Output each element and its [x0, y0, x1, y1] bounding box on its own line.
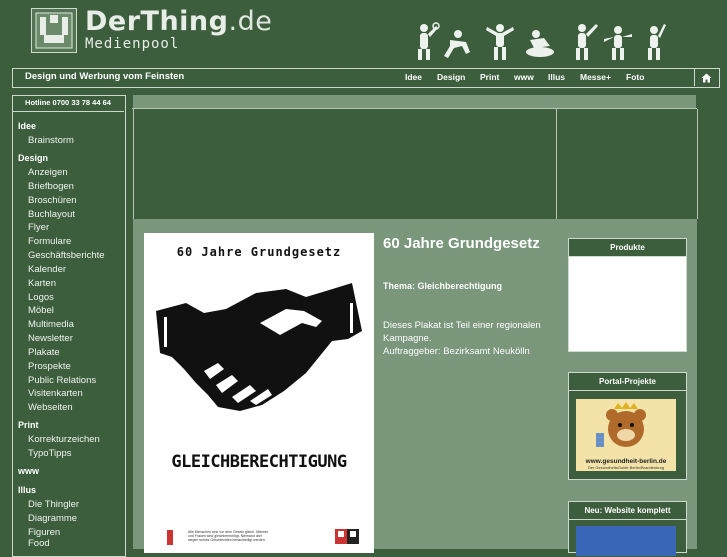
- poster-small-text: Alle Menschen sind vor dem Gesetz gleich…: [188, 530, 268, 542]
- poster-red-bar: [167, 530, 173, 545]
- sidebar-item-food[interactable]: Food: [28, 538, 50, 549]
- sidebar-item-brainstorm[interactable]: Brainstorm: [28, 135, 74, 146]
- sidebar-item-typotipps[interactable]: TypoTipps: [28, 448, 71, 459]
- thingler-figures-icon: [418, 22, 666, 60]
- sidebar-item-plakate[interactable]: Plakate: [28, 347, 60, 358]
- brand-main: DerThing: [85, 6, 229, 37]
- sidebar-item-prospekte[interactable]: Prospekte: [28, 361, 71, 372]
- website-preview-image[interactable]: [576, 526, 676, 556]
- website-box[interactable]: Neu: Website komplett: [568, 501, 687, 556]
- handshake-icon: [156, 283, 362, 411]
- website-box-title: Neu: Website komplett: [569, 502, 686, 520]
- portal-url: www.gesundheit-berlin.de: [585, 458, 667, 465]
- products-box-title: Produkte: [569, 239, 686, 257]
- article-description: Dieses Plakat ist Teil einer regionalen …: [383, 319, 553, 358]
- logo-icon[interactable]: [31, 8, 77, 53]
- sidebar-item-anzeigen[interactable]: Anzeigen: [28, 167, 68, 178]
- sidebar-item-moebel[interactable]: Möbel: [28, 305, 54, 316]
- hotline: Hotline 0700 33 78 44 64: [12, 95, 124, 112]
- sidebar-item-briefbogen[interactable]: Briefbogen: [28, 181, 74, 192]
- article-theme: Thema: Gleichberechtigung: [383, 281, 503, 291]
- sidebar-category-www[interactable]: www: [18, 466, 39, 476]
- sidebar-item-formulare[interactable]: Formulare: [28, 236, 71, 247]
- portal-projects-body: www.gesundheit-berlin.de Der Gesundheits…: [569, 391, 686, 479]
- nav-item-print[interactable]: Print: [480, 72, 499, 82]
- article-title: 60 Jahre Grundgesetz: [383, 235, 540, 252]
- sidebar-item-kalender[interactable]: Kalender: [28, 264, 66, 275]
- sidebar-item-korrekturzeichen[interactable]: Korrekturzeichen: [28, 434, 100, 445]
- products-box[interactable]: Produkte: [568, 238, 687, 352]
- portal-projects-box[interactable]: Portal-Projekte www.gesundheit-berlin.de…: [568, 372, 687, 480]
- sidebar-item-diagramme[interactable]: Diagramme: [28, 513, 77, 524]
- divider: [556, 109, 557, 219]
- sidebar-item-broschueren[interactable]: Broschüren: [28, 195, 77, 206]
- sidebar-item-logos[interactable]: Logos: [28, 292, 54, 303]
- website-box-body: [569, 520, 686, 556]
- sidebar-item-multimedia[interactable]: Multimedia: [28, 319, 74, 330]
- sidebar-item-buchlayout[interactable]: Buchlayout: [28, 209, 75, 220]
- article-client: Auftraggeber: Bezirksamt Neukölln: [383, 346, 530, 357]
- sidebar-item-karten[interactable]: Karten: [28, 278, 56, 289]
- home-icon: [701, 73, 712, 82]
- sidebar-item-figuren[interactable]: Figuren: [28, 527, 60, 538]
- sidebar-category-print[interactable]: Print: [18, 420, 39, 430]
- nav-item-design[interactable]: Design: [437, 72, 465, 82]
- tagline: Design und Werbung vom Feinsten: [25, 71, 185, 82]
- crest-icon: [334, 528, 360, 545]
- nav-item-foto[interactable]: Foto: [626, 72, 644, 82]
- nav-item-illus[interactable]: Illus: [548, 72, 565, 82]
- sidebar-item-die-thingler[interactable]: Die Thingler: [28, 499, 79, 510]
- banner-area: [133, 109, 698, 219]
- sidebar-item-webseiten[interactable]: Webseiten: [28, 402, 73, 413]
- content-top-bar: [133, 95, 696, 108]
- portal-project-banner[interactable]: www.gesundheit-berlin.de Der Gesundheits…: [576, 399, 676, 471]
- sidebar-item-visitenkarten[interactable]: Visitenkarten: [28, 388, 83, 399]
- sidebar-item-newsletter[interactable]: Newsletter: [28, 333, 73, 344]
- poster-title: 60 Jahre Grundgesetz: [176, 245, 342, 259]
- sidebar-item-public-relations[interactable]: Public Relations: [28, 375, 96, 386]
- portal-caption: Der GesundheitsGuide Berlin/Brandenburg: [587, 465, 665, 470]
- brand-subtitle: Medienpool: [85, 36, 180, 52]
- poster-headline: GLEICHBERECHTIGUNG: [171, 452, 347, 472]
- home-button[interactable]: [694, 69, 718, 86]
- brand-tld: .de: [228, 6, 273, 37]
- sidebar-item-flyer[interactable]: Flyer: [28, 222, 49, 233]
- article-description-text: Dieses Plakat ist Teil einer regionalen …: [383, 320, 541, 344]
- sidebar-category-idee[interactable]: Idee: [18, 121, 36, 131]
- nav-item-www[interactable]: www: [514, 72, 534, 82]
- sidebar-category-design[interactable]: Design: [18, 153, 48, 163]
- portal-projects-title: Portal-Projekte: [569, 373, 686, 391]
- bear-icon: [596, 402, 646, 447]
- brand-title[interactable]: DerThing.de: [85, 6, 272, 37]
- nav-item-idee[interactable]: Idee: [405, 72, 422, 82]
- sidebar-category-illus[interactable]: Illus: [18, 485, 36, 495]
- nav-item-messe[interactable]: Messe+: [580, 72, 611, 82]
- sidebar-item-geschaeftsberichte[interactable]: Geschäftsberichte: [28, 250, 105, 261]
